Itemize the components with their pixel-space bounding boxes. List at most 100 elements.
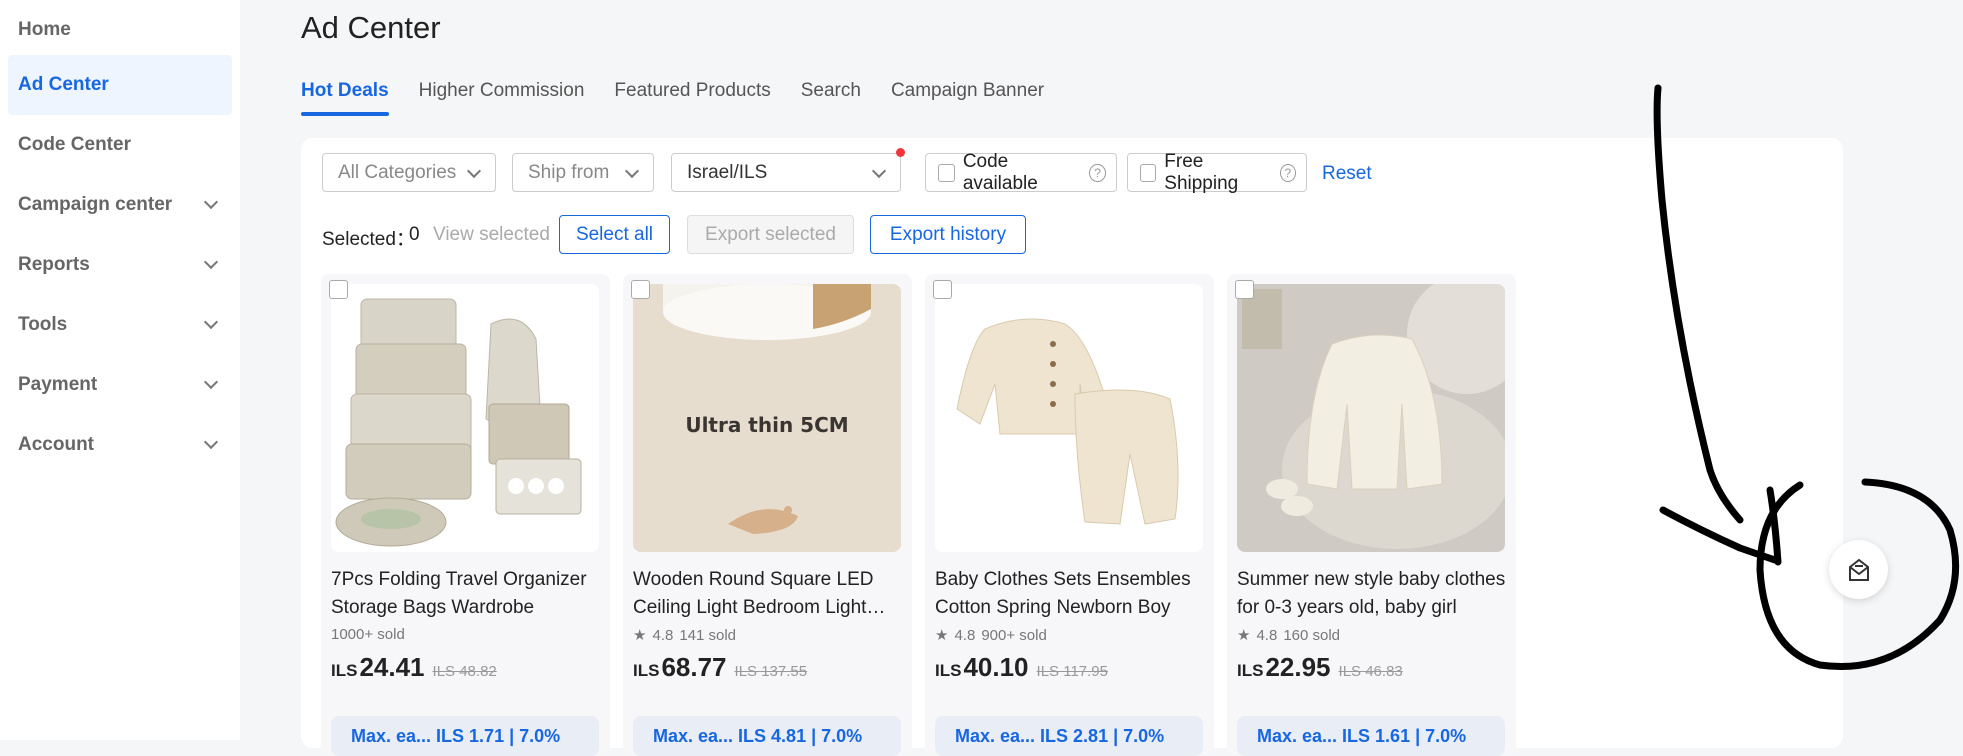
- rating-value: 4.8: [1256, 626, 1278, 644]
- sidebar-item-tools[interactable]: Tools: [8, 295, 232, 355]
- product-name[interactable]: Wooden Round Square LED Ceiling Light Be…: [633, 566, 903, 622]
- chevron-down-icon: [203, 254, 219, 270]
- chevron-down-icon: [203, 434, 219, 450]
- chevron-down-icon: [624, 163, 640, 179]
- code-available-checkbox[interactable]: [938, 163, 955, 182]
- product-card[interactable]: 7Pcs Folding Travel Organizer Storage Ba…: [321, 274, 610, 756]
- help-icon[interactable]: ?: [1279, 163, 1296, 182]
- notice-dot: [896, 148, 905, 157]
- chevron-down-icon: [203, 314, 219, 330]
- star-icon: ★: [1237, 627, 1251, 644]
- product-price: ILS 24.41 ILS 48.82: [331, 652, 497, 683]
- chevron-down-icon: [203, 374, 219, 390]
- export-history-button[interactable]: Export history: [870, 215, 1026, 254]
- chevron-down-icon: [871, 163, 887, 179]
- sidebar-item-label: Account: [18, 434, 94, 455]
- sidebar-item-campaign-center[interactable]: Campaign center: [8, 175, 232, 235]
- price-amount: 68.77: [661, 652, 727, 682]
- export-selected-button[interactable]: Export selected: [687, 215, 854, 254]
- product-image[interactable]: [331, 284, 599, 552]
- product-card[interactable]: Summer new style baby clothes for 0-3 ye…: [1227, 274, 1516, 756]
- sidebar-item-label: Campaign center: [18, 194, 173, 215]
- tab-hot-deals[interactable]: Hot Deals: [301, 80, 389, 116]
- free-shipping-filter[interactable]: Free Shipping ?: [1127, 150, 1307, 194]
- tab-higher-commission[interactable]: Higher Commission: [419, 80, 585, 116]
- sidebar-item-label: Home: [18, 19, 71, 40]
- code-available-filter[interactable]: Code available ?: [925, 150, 1117, 194]
- product-image[interactable]: [935, 284, 1203, 552]
- product-meta: ★ 4.8 141 sold: [633, 626, 737, 645]
- sidebar-item-home[interactable]: Home: [8, 0, 232, 60]
- chevron-down-icon: [203, 194, 219, 210]
- price-amount: 22.95: [1265, 652, 1331, 682]
- page-title: Ad Center: [301, 10, 441, 45]
- price-currency: ILS: [935, 661, 962, 680]
- product-image[interactable]: Ultra thin 5CM: [633, 284, 901, 552]
- original-price: ILS 137.55: [734, 663, 808, 680]
- code-available-label: Code available: [962, 150, 1038, 194]
- view-selected-link[interactable]: View selected: [433, 224, 550, 246]
- sidebar-item-ad-center[interactable]: Ad Center: [8, 55, 232, 115]
- main-content: Ad Center Hot Deals Higher Commission Fe…: [240, 0, 1855, 756]
- sidebar-item-payment[interactable]: Payment: [8, 355, 232, 415]
- reset-link[interactable]: Reset: [1322, 163, 1372, 185]
- tab-featured-products[interactable]: Featured Products: [614, 80, 770, 116]
- sidebar-item-label: Ad Center: [18, 74, 109, 95]
- original-price: ILS 117.95: [1036, 663, 1108, 680]
- commission-badge: Max. ea... ILS 1.71 | 7.0%: [331, 716, 599, 756]
- sold-count: 160 sold: [1283, 626, 1341, 644]
- product-price: ILS 40.10 ILS 117.95: [935, 652, 1108, 683]
- sidebar-item-label: Code Center: [18, 134, 131, 155]
- sold-count: 141 sold: [679, 626, 737, 644]
- sold-count: 1000+ sold: [331, 626, 405, 643]
- original-price: ILS 48.82: [432, 663, 497, 680]
- chevron-down-icon: [466, 163, 482, 179]
- country-select[interactable]: Israel/ILS: [671, 153, 901, 192]
- product-price: ILS 68.77 ILS 137.55: [633, 652, 807, 683]
- sidebar-item-code-center[interactable]: Code Center: [8, 115, 232, 175]
- sidebar-item-label: Payment: [18, 374, 98, 395]
- tab-search[interactable]: Search: [801, 80, 861, 116]
- select-all-button[interactable]: Select all: [559, 215, 670, 254]
- price-currency: ILS: [1237, 661, 1264, 680]
- sidebar-item-reports[interactable]: Reports: [8, 235, 232, 295]
- help-icon[interactable]: ?: [1089, 163, 1106, 182]
- product-image[interactable]: [1237, 284, 1505, 552]
- product-price: ILS 22.95 ILS 46.83: [1237, 652, 1403, 683]
- product-checkbox[interactable]: [631, 280, 650, 299]
- sidebar-item-label: Tools: [18, 314, 68, 335]
- product-name[interactable]: Baby Clothes Sets Ensembles Cotton Sprin…: [935, 566, 1205, 622]
- category-select[interactable]: All Categories: [322, 153, 496, 192]
- tab-campaign-banner[interactable]: Campaign Banner: [891, 80, 1044, 116]
- free-shipping-label: Free Shipping: [1164, 150, 1239, 194]
- image-caption: Ultra thin 5CM: [685, 413, 848, 437]
- ship-from-value: Ship from: [528, 161, 610, 183]
- product-name[interactable]: Summer new style baby clothes for 0-3 ye…: [1237, 566, 1507, 622]
- price-amount: 40.10: [963, 652, 1029, 682]
- star-icon: ★: [935, 627, 949, 644]
- product-checkbox[interactable]: [1235, 280, 1254, 299]
- rating-value: 4.8: [652, 626, 674, 644]
- sidebar-item-account[interactable]: Account: [8, 415, 232, 475]
- message-button[interactable]: [1829, 540, 1888, 599]
- product-card[interactable]: Ultra thin 5CM Wooden Round Square LED C…: [623, 274, 912, 756]
- product-meta: ★ 4.8 900+ sold: [935, 626, 1047, 645]
- product-checkbox[interactable]: [933, 280, 952, 299]
- product-card[interactable]: Baby Clothes Sets Ensembles Cotton Sprin…: [925, 274, 1214, 756]
- commission-badge: Max. ea... ILS 4.81 | 7.0%: [633, 716, 901, 756]
- product-checkbox[interactable]: [329, 280, 348, 299]
- sidebar: Home Ad Center Code Center Campaign cent…: [0, 0, 240, 740]
- product-name[interactable]: 7Pcs Folding Travel Organizer Storage Ba…: [331, 566, 601, 622]
- category-value: All Categories: [338, 161, 457, 183]
- free-shipping-checkbox[interactable]: [1140, 163, 1157, 182]
- price-currency: ILS: [633, 661, 660, 680]
- product-meta: ★ 4.8 160 sold: [1237, 626, 1341, 645]
- product-meta: 1000+ sold: [331, 626, 405, 643]
- product-panel: All Categories Ship from Israel/ILS Code…: [301, 138, 1843, 756]
- tab-bar: Hot Deals Higher Commission Featured Pro…: [301, 80, 1044, 116]
- rating-value: 4.8: [954, 626, 976, 644]
- selected-label: Selected：: [322, 229, 415, 250]
- ship-from-select[interactable]: Ship from: [512, 153, 654, 192]
- country-value: Israel/ILS: [687, 161, 768, 183]
- star-icon: ★: [633, 627, 647, 644]
